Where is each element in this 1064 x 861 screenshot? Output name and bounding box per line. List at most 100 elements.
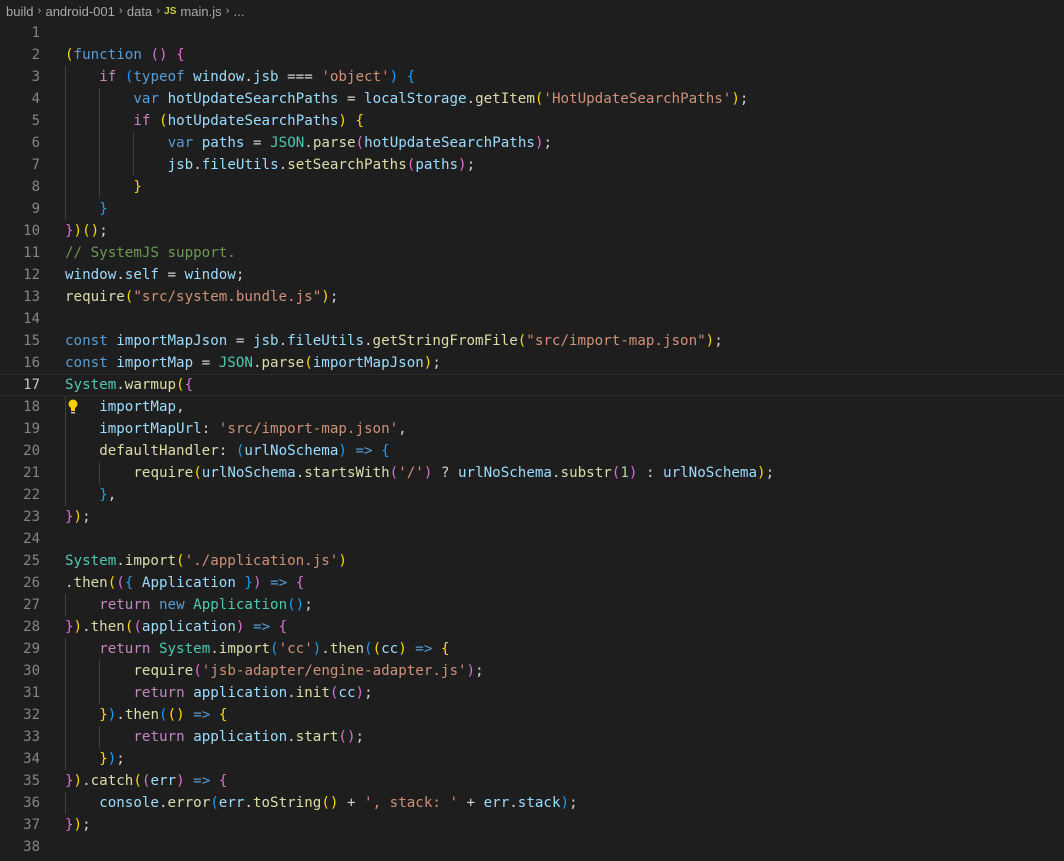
code-line[interactable]: 36 console.error(err.toString() + ', stac… (0, 792, 1064, 814)
line-number[interactable]: 38 (0, 836, 40, 858)
line-number[interactable]: 2 (0, 44, 40, 66)
line-number[interactable]: 3 (0, 66, 40, 88)
line-number[interactable]: 27 (0, 594, 40, 616)
code-text: .then(({ Application }) => { (65, 572, 304, 594)
code-line[interactable]: 12 window.self = window; (0, 264, 1064, 286)
code-line[interactable]: 16 const importMap = JSON.parse(importMap… (0, 352, 1064, 374)
line-number[interactable]: 13 (0, 286, 40, 308)
code-line[interactable]: 28}).then((application) => { (0, 616, 1064, 638)
line-number[interactable]: 16 (0, 352, 40, 374)
code-token: ; (99, 223, 108, 239)
line-number[interactable]: 20 (0, 440, 40, 462)
code-line[interactable]: 10})(); (0, 220, 1064, 242)
breadcrumb-symbols[interactable]: ... (234, 4, 245, 19)
line-number[interactable]: 11 (0, 242, 40, 264)
code-line[interactable]: 29 return System.import('cc').then((cc) =… (0, 638, 1064, 660)
code-line[interactable]: 37}); (0, 814, 1064, 836)
code-text: jsb.fileUtils.setSearchPaths(paths); (168, 154, 476, 176)
line-number[interactable]: 32 (0, 704, 40, 726)
code-line[interactable]: 4 var hotUpdateSearchPaths = localStorage… (0, 88, 1064, 110)
line-number[interactable]: 19 (0, 418, 40, 440)
code-line[interactable]: 17 System.warmup({ (0, 374, 1064, 396)
code-line[interactable]: 20 defaultHandler: (urlNoSchema) => { (0, 440, 1064, 462)
code-line[interactable]: 15 const importMapJson = jsb.fileUtils.ge… (0, 330, 1064, 352)
code-line[interactable]: 23}); (0, 506, 1064, 528)
line-number[interactable]: 4 (0, 88, 40, 110)
line-number[interactable]: 30 (0, 660, 40, 682)
line-number[interactable]: 37 (0, 814, 40, 836)
code-line[interactable]: 38 (0, 836, 1064, 858)
code-token: . (321, 641, 330, 657)
code-line[interactable]: 1 (0, 22, 1064, 44)
line-number[interactable]: 35 (0, 770, 40, 792)
line-number[interactable]: 26 (0, 572, 40, 594)
line-number[interactable]: 33 (0, 726, 40, 748)
code-line[interactable]: 11 // SystemJS support. (0, 242, 1064, 264)
code-line[interactable]: 30 require('jsb-adapter/engine-adapter.js… (0, 660, 1064, 682)
line-number[interactable]: 17 (0, 374, 40, 396)
code-line[interactable]: 24 (0, 528, 1064, 550)
line-number[interactable]: 25 (0, 550, 40, 572)
code-token: self (124, 267, 159, 283)
code-line[interactable]: 19 importMapUrl: 'src/import-map.json', (0, 418, 1064, 440)
code-line[interactable]: 22}, (0, 484, 1064, 506)
code-line[interactable]: 9} (0, 198, 1064, 220)
line-number[interactable]: 24 (0, 528, 40, 550)
code-token: ; (116, 751, 125, 767)
breadcrumb-file[interactable]: main.js (180, 4, 221, 19)
code-token: ; (355, 729, 365, 745)
line-number[interactable]: 1 (0, 22, 40, 44)
code-token: cc (381, 641, 399, 657)
line-number[interactable]: 21 (0, 462, 40, 484)
code-token: ) (757, 465, 766, 481)
code-token: ; (739, 91, 749, 107)
breadcrumb-item[interactable]: build (6, 4, 33, 19)
line-number[interactable]: 6 (0, 132, 40, 154)
code-line[interactable]: 34}); (0, 748, 1064, 770)
code-line[interactable]: 32}).then(() => { (0, 704, 1064, 726)
code-line[interactable]: 25 System.import('./application.js') (0, 550, 1064, 572)
code-token: parse (312, 135, 356, 151)
code-line[interactable]: 13 require("src/system.bundle.js"); (0, 286, 1064, 308)
code-line[interactable]: 26 .then(({ Application }) => { (0, 572, 1064, 594)
line-number[interactable]: 22 (0, 484, 40, 506)
line-number[interactable]: 8 (0, 176, 40, 198)
code-token: Application (141, 575, 236, 591)
code-line[interactable]: 8} (0, 176, 1064, 198)
breadcrumb-item[interactable]: data (127, 4, 152, 19)
line-number[interactable]: 36 (0, 792, 40, 814)
code-line[interactable]: 2 (function () { (0, 44, 1064, 66)
code-line[interactable]: 31 return application.init(cc); (0, 682, 1064, 704)
code-editor[interactable]: 1 2 (function () {3 if (typeof window.jsb =… (0, 22, 1064, 858)
line-number[interactable]: 28 (0, 616, 40, 638)
code-line[interactable]: 3 if (typeof window.jsb === 'object') { (0, 66, 1064, 88)
code-line[interactable]: 33 return application.start(); (0, 726, 1064, 748)
code-line[interactable]: 5 if (hotUpdateSearchPaths) { (0, 110, 1064, 132)
line-number[interactable]: 18 (0, 396, 40, 418)
code-line[interactable]: 14 (0, 308, 1064, 330)
code-line[interactable]: 35}).catch((err) => { (0, 770, 1064, 792)
code-text: }); (65, 506, 91, 528)
line-number[interactable]: 34 (0, 748, 40, 770)
code-token: . (116, 267, 125, 283)
line-number[interactable]: 14 (0, 308, 40, 330)
line-number[interactable]: 29 (0, 638, 40, 660)
line-number[interactable]: 23 (0, 506, 40, 528)
line-number[interactable]: 31 (0, 682, 40, 704)
line-number[interactable]: 15 (0, 330, 40, 352)
line-number[interactable]: 12 (0, 264, 40, 286)
code-line[interactable]: 7 jsb.fileUtils.setSearchPaths(paths); (0, 154, 1064, 176)
lightbulb-icon[interactable] (67, 398, 79, 416)
line-number[interactable]: 10 (0, 220, 40, 242)
code-line[interactable]: 21 require(urlNoSchema.startsWith('/') ? … (0, 462, 1064, 484)
line-number[interactable]: 9 (0, 198, 40, 220)
line-number[interactable]: 7 (0, 154, 40, 176)
code-line[interactable]: 6 var paths = JSON.parse(hotUpdateSearchP… (0, 132, 1064, 154)
line-number[interactable]: 5 (0, 110, 40, 132)
breadcrumb-item[interactable]: android-001 (45, 4, 114, 19)
code-token: => (415, 641, 433, 657)
code-token: paths (201, 135, 245, 151)
code-line[interactable]: 27 return new Application(); (0, 594, 1064, 616)
code-line[interactable]: 18 importMap, (0, 396, 1064, 418)
